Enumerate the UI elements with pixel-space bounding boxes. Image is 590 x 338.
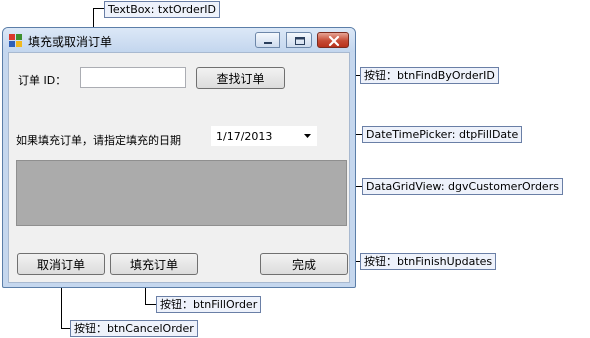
finish-button-label: 完成	[291, 257, 316, 272]
dialog-window: 填充或取消订单 订单 ID： 查找订单 如果填充订单，请指定填充的日期 1/17…	[2, 27, 356, 288]
fill-order-button[interactable]: 填充订单	[110, 253, 198, 275]
callout-txt-order-id: TextBox: txtOrderID	[104, 1, 221, 18]
fill-date-value: 1/17/2013	[216, 130, 273, 143]
minimize-button[interactable]	[255, 32, 280, 48]
callout-btn-find-by-order-id: 按钮：btnFindByOrderID	[360, 67, 499, 84]
find-order-button-label: 查找订单	[216, 71, 265, 86]
close-icon	[328, 35, 340, 47]
maximize-button[interactable]	[286, 32, 312, 48]
window-title: 填充或取消订单	[28, 35, 113, 49]
app-icon	[9, 34, 22, 47]
callout-dtp-fill-date: DateTimePicker: dtpFillDate	[362, 126, 523, 143]
cancel-order-button[interactable]: 取消订单	[17, 253, 105, 275]
fill-date-picker[interactable]: 1/17/2013	[210, 125, 318, 147]
minimize-icon	[264, 42, 272, 44]
finish-button[interactable]: 完成	[260, 253, 348, 275]
form-client-area: 订单 ID： 查找订单 如果填充订单，请指定填充的日期 1/17/2013 取消…	[8, 52, 350, 283]
title-bar[interactable]: 填充或取消订单	[3, 28, 355, 52]
maximize-icon	[295, 37, 305, 45]
find-order-button[interactable]: 查找订单	[196, 67, 285, 89]
callout-btn-cancel-order: 按钮：btnCancelOrder	[70, 320, 198, 337]
chevron-down-icon[interactable]	[303, 131, 312, 144]
callout-btn-finish-updates: 按钮：btnFinishUpdates	[360, 253, 497, 270]
customer-orders-grid[interactable]	[16, 160, 347, 226]
callout-btn-fill-order: 按钮：btnFillOrder	[156, 296, 262, 313]
order-id-label: 订单 ID：	[18, 74, 67, 87]
fill-order-button-label: 填充订单	[129, 257, 178, 272]
callout-dgv-customer-orders: DataGridView: dgvCustomerOrders	[362, 178, 563, 195]
order-id-textbox[interactable]	[80, 67, 186, 88]
cancel-order-button-label: 取消订单	[36, 257, 85, 272]
fill-date-label: 如果填充订单，请指定填充的日期	[16, 134, 181, 147]
close-button[interactable]	[317, 32, 349, 48]
